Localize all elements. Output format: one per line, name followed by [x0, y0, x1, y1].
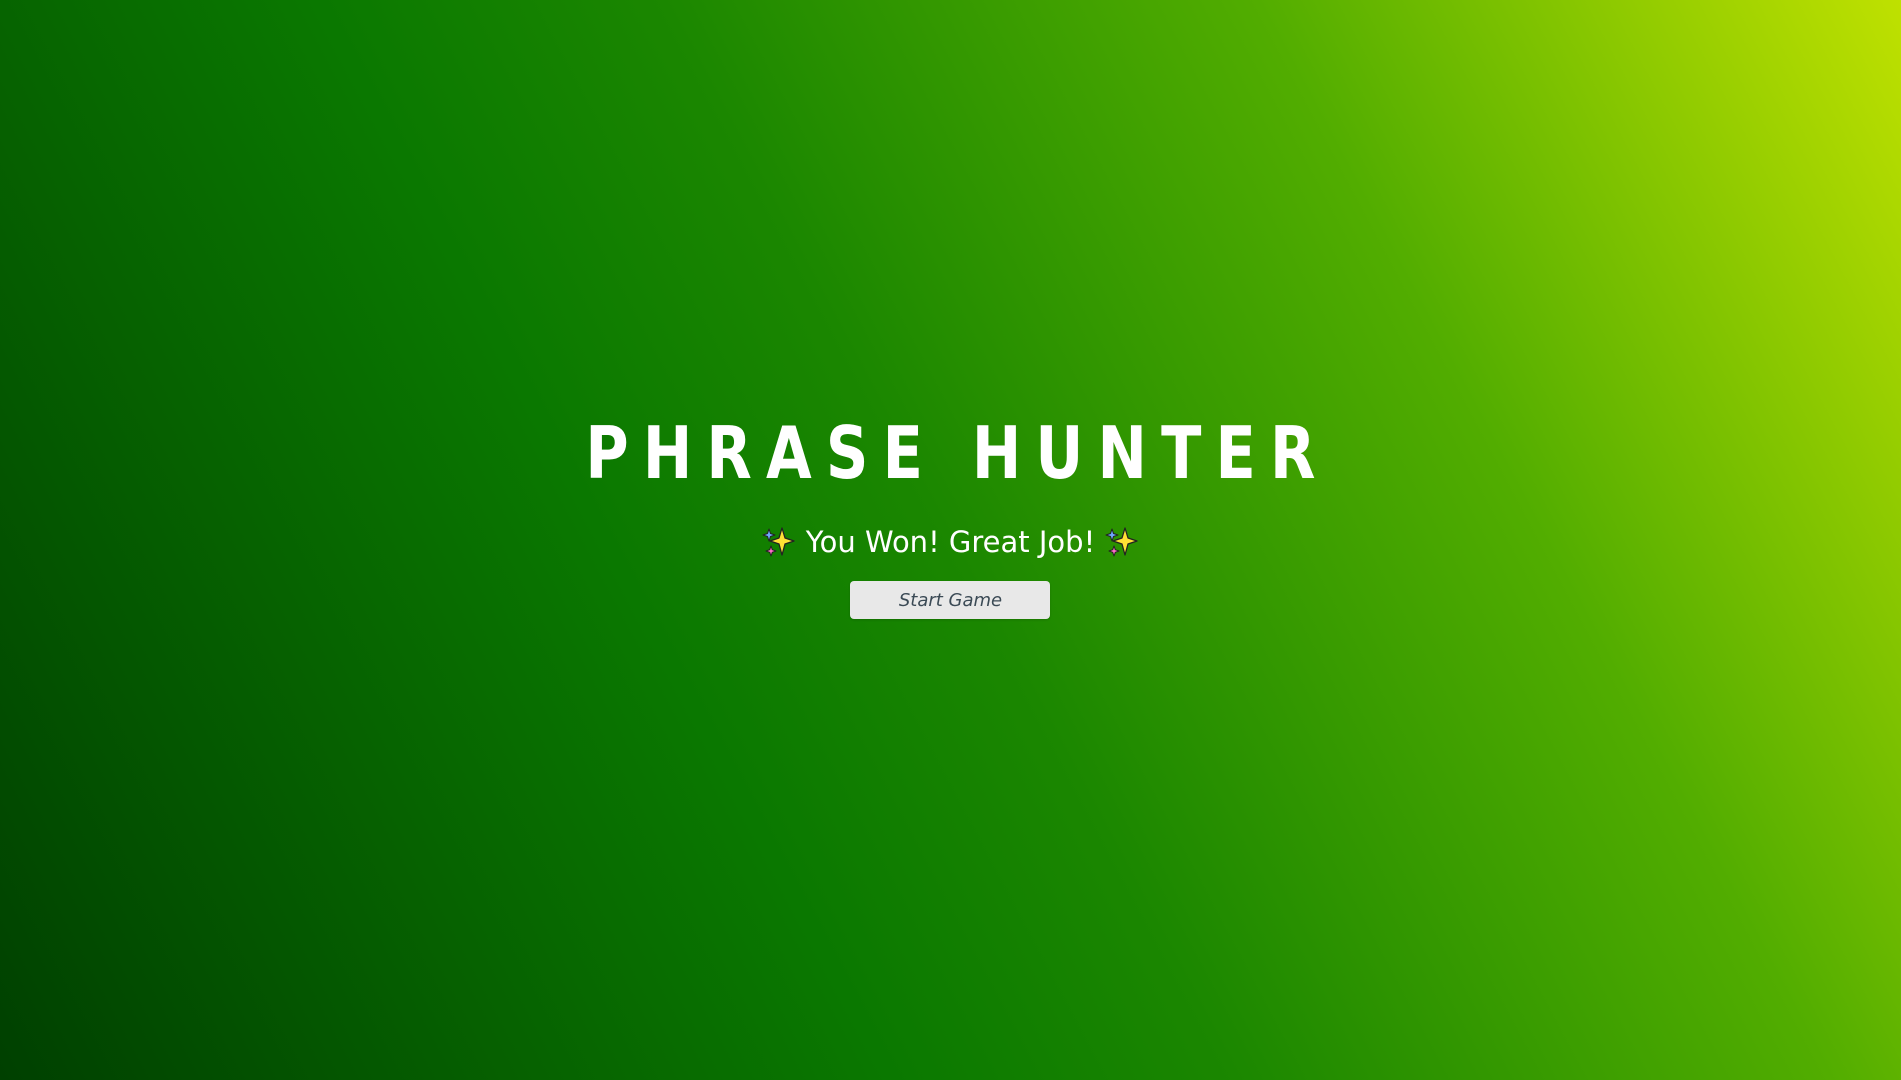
game-over-message: You Won! Great Job! — [762, 525, 1139, 560]
sparkles-icon — [1105, 527, 1138, 557]
message-text: You Won! Great Job! — [805, 524, 1096, 559]
game-title: PHRASE HUNTER — [585, 410, 1330, 495]
sparkles-icon — [762, 527, 795, 557]
overlay-content: PHRASE HUNTER You Won! Great Job! Start … — [488, 417, 1413, 620]
start-game-button[interactable]: Start Game — [850, 581, 1051, 620]
game-overlay: PHRASE HUNTER You Won! Great Job! Start … — [0, 0, 1901, 1080]
